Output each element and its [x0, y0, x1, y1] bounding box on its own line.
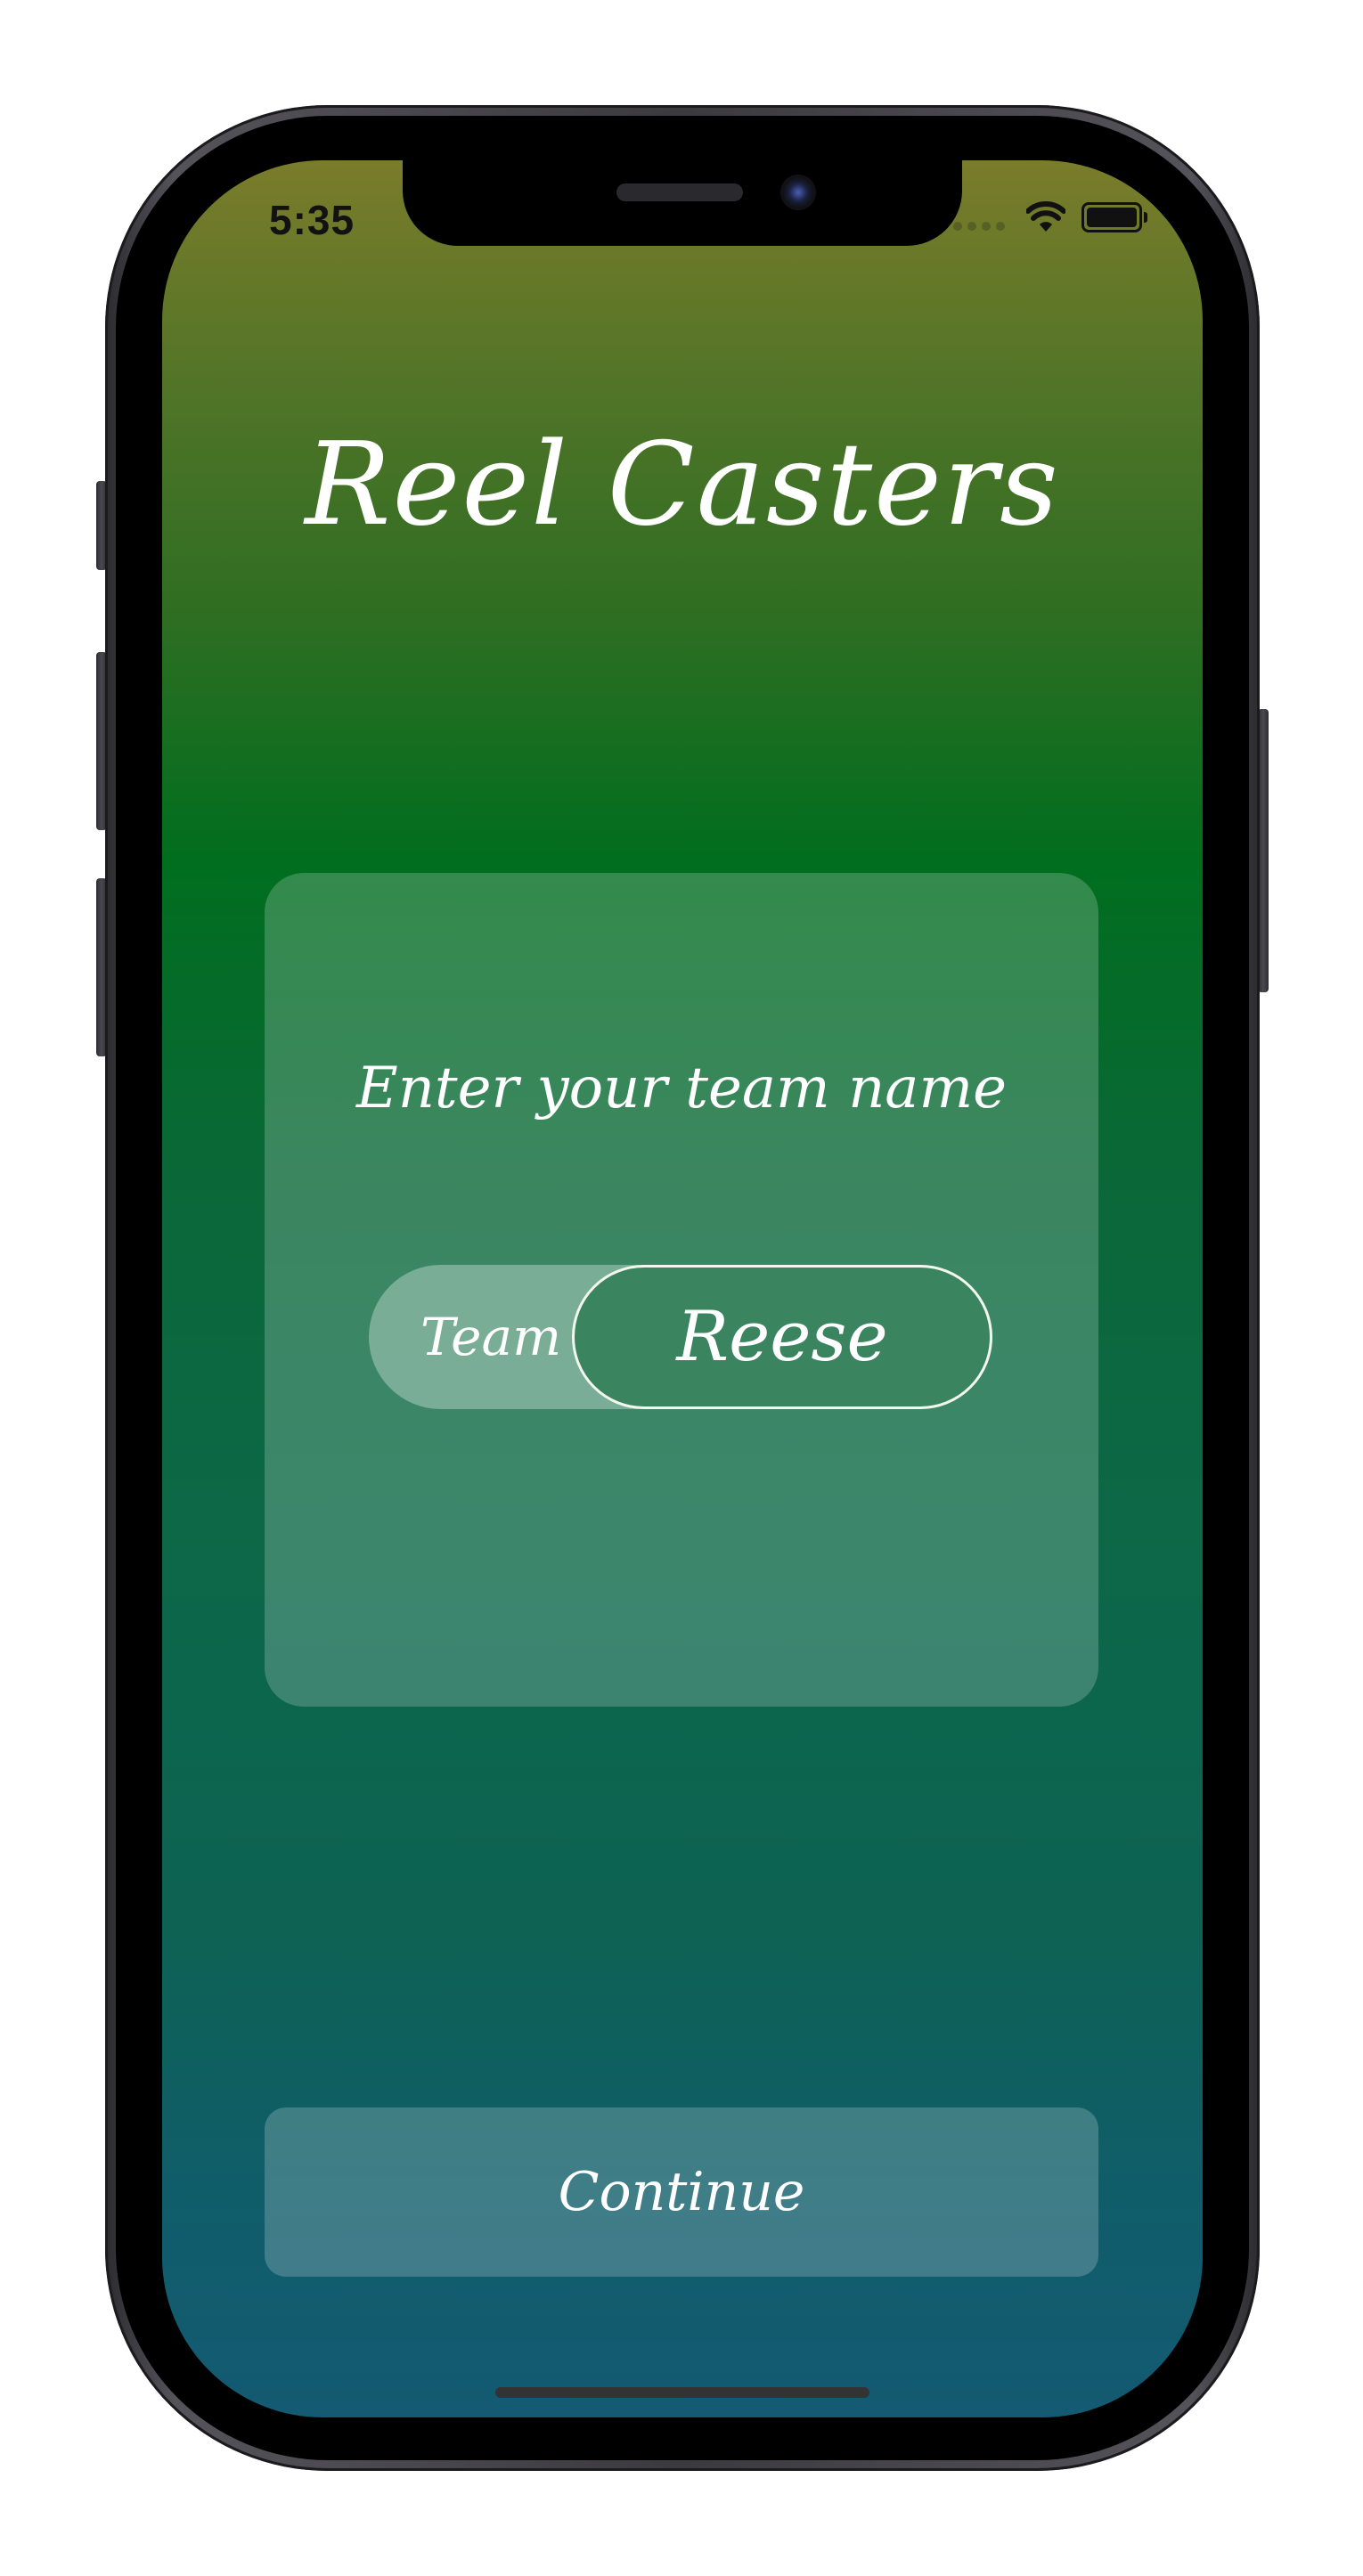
home-indicator[interactable]	[495, 2387, 869, 2398]
cellular-signal-icon	[953, 222, 1005, 231]
team-name-input[interactable]	[572, 1265, 992, 1409]
status-icons	[953, 201, 1147, 233]
wifi-icon	[1026, 201, 1065, 232]
team-name-card: Enter your team name Team	[265, 873, 1098, 1707]
team-name-field: Team	[369, 1265, 992, 1409]
app-title: Reel Casters	[305, 419, 1060, 551]
team-prefix-label: Team	[420, 1307, 562, 1367]
team-name-prompt: Enter your team name	[355, 1056, 1008, 1121]
front-camera	[780, 175, 816, 210]
continue-button[interactable]: Continue	[265, 2107, 1098, 2277]
device-mockup: 5:35 Reel Casters Enter your team name T…	[0, 0, 1363, 2576]
status-time: 5:35	[269, 197, 355, 243]
notch	[403, 160, 962, 246]
battery-icon	[1081, 202, 1147, 232]
speaker-grille	[616, 183, 743, 201]
